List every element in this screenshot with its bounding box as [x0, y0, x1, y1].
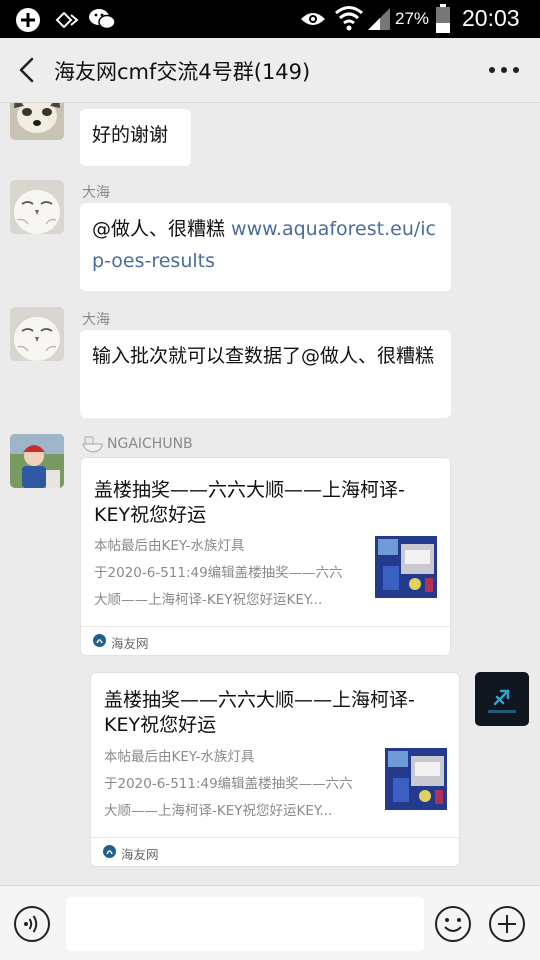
message-bubble[interactable]: 好的谢谢	[80, 109, 191, 166]
avatar[interactable]	[10, 103, 64, 140]
card-description-line: 于2020-6-511:49编辑盖楼抽奖——六六	[94, 565, 343, 581]
message-text: 输入批次就可以查数据了@做人、很糟糕	[92, 345, 435, 367]
status-bar: 27% 20:03	[0, 0, 540, 38]
card-footer: 海友网	[91, 837, 459, 866]
input-bar	[0, 885, 540, 960]
battery-percent: 27%	[395, 9, 430, 28]
sender-name: 大海	[82, 312, 110, 328]
back-arrow-icon[interactable]	[10, 52, 46, 88]
aquarium-product-thumbnail-image	[375, 536, 437, 598]
cast-status-icon	[55, 11, 79, 29]
card-source-name: 海友网	[111, 636, 149, 651]
more-options-icon[interactable]	[486, 56, 522, 84]
link-card[interactable]: 盖楼抽奖——六六大顺——上海柯译-KEY祝您好运 本帖最后由KEY-水族灯具 于…	[80, 457, 451, 656]
card-description-line: 大顺——上海柯译-KEY祝您好运KEY...	[94, 592, 323, 608]
card-description-line: 本帖最后由KEY-水族灯具	[104, 749, 255, 765]
message-text: 好的谢谢	[92, 124, 169, 146]
card-description-line: 于2020-6-511:49编辑盖楼抽奖——六六	[104, 776, 353, 792]
child-photo-avatar-image	[10, 434, 64, 488]
card-title: 盖楼抽奖——六六大顺——上海柯译-KEY祝您好运	[104, 689, 415, 736]
card-source-name: 海友网	[121, 847, 159, 862]
avatar[interactable]	[475, 672, 529, 726]
avatar[interactable]	[10, 180, 64, 234]
wechat-status-icon	[89, 9, 116, 30]
message-bubble[interactable]: 输入批次就可以查数据了@做人、很糟糕	[80, 330, 451, 418]
signal-status-icon	[368, 8, 390, 30]
card-thumbnail	[385, 748, 447, 810]
message-bubble[interactable]: @做人、很糟糕 www.aquaforest.eu/icp-oes-result…	[80, 203, 451, 291]
sagittarius-avatar-image	[475, 672, 529, 726]
sender-name: NGAICHUNB	[107, 436, 193, 452]
source-logo-icon	[93, 634, 106, 647]
more-functions-plus-icon[interactable]	[488, 905, 526, 943]
card-description-line: 本帖最后由KEY-水族灯具	[94, 538, 245, 554]
message-list[interactable]: 好的谢谢 大海 @做人、很糟糕 www.aquaforest.eu/icp-oe…	[0, 103, 540, 885]
snowy-owl-avatar-image	[10, 307, 64, 361]
card-title: 盖楼抽奖——六六大顺——上海柯译-KEY祝您好运	[94, 479, 405, 526]
wechat-group-chat: 27% 20:03 海友网cmf交流4号群(149) 好的谢谢 大海 @做人、很…	[0, 0, 540, 960]
avatar[interactable]	[10, 307, 64, 361]
sender-name: 大海	[82, 185, 110, 201]
chat-title: 海友网cmf交流4号群(149)	[54, 60, 311, 84]
snowy-owl-avatar-image	[10, 180, 64, 234]
voice-input-icon[interactable]	[13, 905, 51, 943]
message-input[interactable]	[66, 897, 424, 951]
clock: 20:03	[462, 5, 520, 31]
message-text: @做人、很糟糕	[92, 218, 232, 240]
card-description-line: 大顺——上海柯译-KEY祝您好运KEY...	[104, 803, 333, 819]
emoji-icon[interactable]	[434, 905, 472, 943]
add-circle-status-icon	[16, 8, 40, 32]
chat-header: 海友网cmf交流4号群(149)	[0, 38, 540, 103]
link-card[interactable]: 盖楼抽奖——六六大顺——上海柯译-KEY祝您好运 本帖最后由KEY-水族灯具 于…	[90, 672, 460, 867]
battery-icon	[436, 4, 450, 33]
toilet-emoji-icon	[82, 436, 103, 453]
aquarium-product-thumbnail-image	[385, 748, 447, 810]
card-footer: 海友网	[81, 626, 450, 655]
wifi-status-icon	[335, 6, 363, 31]
source-logo-icon	[103, 845, 116, 858]
avatar[interactable]	[10, 434, 64, 488]
eye-status-icon	[301, 13, 325, 25]
husky-avatar-image	[10, 103, 64, 140]
card-thumbnail	[375, 536, 437, 598]
